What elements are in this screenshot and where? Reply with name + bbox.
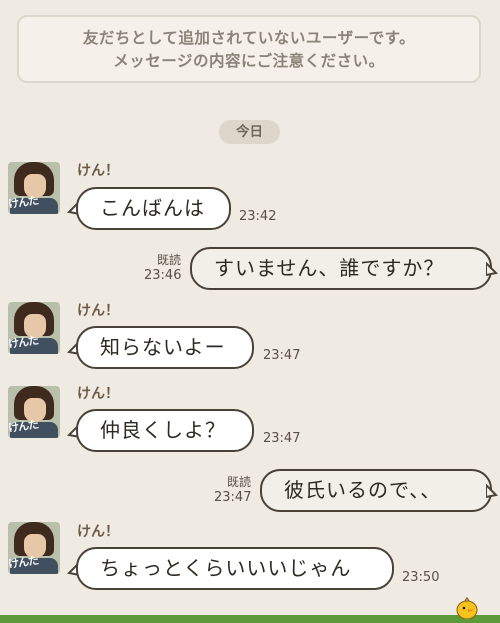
sender-name: けん！: [77, 524, 119, 540]
avatar[interactable]: けんた: [8, 386, 60, 438]
sender-name: けん！: [77, 303, 119, 319]
message-time: 23:50: [402, 570, 440, 585]
grass-strip: [0, 615, 500, 623]
message-bubble[interactable]: 彼氏いるので、、: [260, 469, 492, 512]
message-bubble[interactable]: すいません、誰ですか？: [190, 247, 492, 290]
bubble-tail: [486, 262, 498, 276]
warning-line-2: メッセージの内容にご注意ください。: [113, 52, 385, 70]
avatar[interactable]: けんた: [8, 522, 60, 574]
avatar[interactable]: けんた: [8, 162, 60, 214]
message-time: 23:47: [263, 348, 301, 363]
message-bubble[interactable]: 知らないよー: [76, 326, 254, 369]
message-bubble[interactable]: ちょっとくらいいいじゃん: [76, 547, 394, 590]
avatar[interactable]: けんた: [8, 302, 60, 354]
bubble-tail: [486, 484, 498, 498]
message-time: 23:47: [214, 490, 252, 505]
read-receipt: 既読: [226, 475, 251, 489]
sender-name: けん！: [77, 163, 119, 179]
message-bubble[interactable]: こんばんは: [76, 187, 231, 230]
warning-line-1: 友だちとして追加されていないユーザーです。: [82, 29, 416, 47]
message-time: 23:42: [239, 209, 277, 224]
message-time: 23:46: [144, 268, 182, 283]
sender-name: けん！: [77, 386, 119, 402]
read-receipt: 既読: [156, 253, 181, 267]
message-bubble[interactable]: 仲良くしよ？: [76, 409, 254, 452]
message-time: 23:47: [263, 431, 301, 446]
date-separator: 今日: [219, 120, 280, 144]
not-friend-warning: 友だちとして追加されていないユーザーです。 メッセージの内容にご注意ください。: [17, 15, 481, 83]
chick-icon: [456, 597, 478, 619]
